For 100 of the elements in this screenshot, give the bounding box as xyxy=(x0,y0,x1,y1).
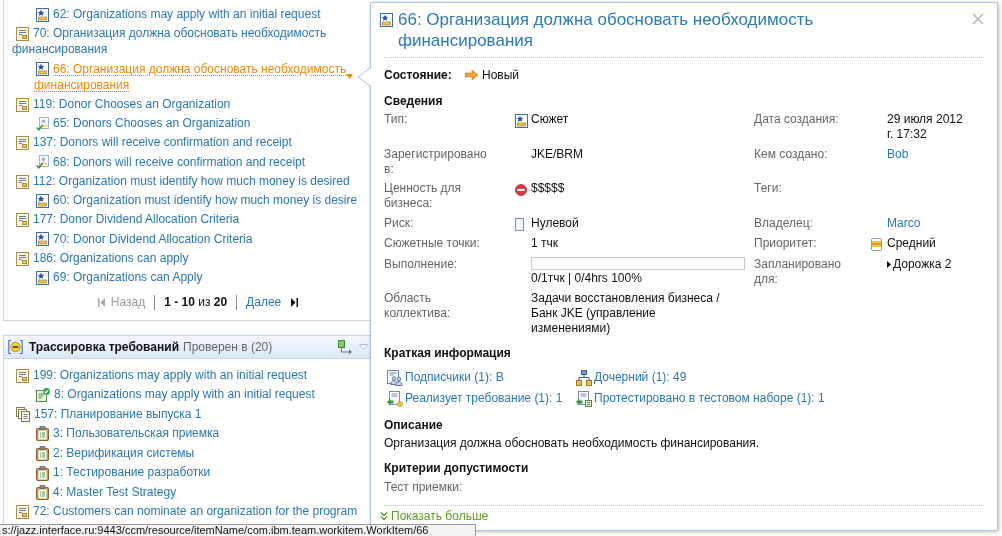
work-item-link[interactable]: 112: Organization must identify how much money is desired xyxy=(12,172,350,189)
star-card-icon xyxy=(36,62,49,77)
work-item-link[interactable]: 65: Donors Chooses an Organization xyxy=(34,115,251,131)
work-item-link[interactable]: 70: Организация должна обосновать необходимость финансирования xyxy=(12,25,370,58)
field-label: Зарегистрировано в: xyxy=(384,146,488,177)
field-label: Теги: xyxy=(754,181,783,196)
panel-title: Трассировка требований xyxy=(29,339,179,356)
work-item-link[interactable]: 8: Organizations may apply with an initial request xyxy=(34,386,315,403)
field-value: Сюжет xyxy=(531,112,570,127)
document-check-icon xyxy=(36,388,50,403)
relation-link[interactable]: Дочерний (1): 49 xyxy=(576,369,687,386)
field-label: Дата создания: xyxy=(754,112,840,127)
minus-circle-icon xyxy=(515,183,527,196)
work-item-link[interactable]: 177: Donor Dividend Allocation Criteria xyxy=(12,211,240,228)
work-item-link[interactable]: 72: Customers can nominate an organization for the program xyxy=(12,503,358,520)
last-page-icon xyxy=(291,297,299,307)
star-card-check-icon xyxy=(36,155,49,170)
clipboard-icon xyxy=(36,446,49,461)
star-card-icon xyxy=(36,193,49,208)
clipboard-icon xyxy=(36,485,49,501)
section-heading: Краткая информация xyxy=(384,345,512,361)
user-link[interactable]: Marco xyxy=(887,215,921,231)
document-icon xyxy=(16,368,29,383)
hierarchy-icon xyxy=(576,369,592,386)
document-icon xyxy=(16,136,29,151)
star-card-icon xyxy=(36,7,49,22)
star-card-icon xyxy=(380,13,393,27)
work-item-link[interactable]: 62: Organizations may apply with an initial request xyxy=(34,6,321,22)
rectangle-icon xyxy=(515,217,524,231)
bar-tile-icon xyxy=(871,238,882,252)
star-card-icon xyxy=(36,232,49,247)
document-stack-icon xyxy=(16,406,30,422)
document-icon xyxy=(16,174,29,189)
document-people-icon xyxy=(387,369,403,386)
field-value: JKE/BRM xyxy=(531,146,584,162)
field-label: Ценность для бизнеса: xyxy=(384,181,463,211)
document-icon xyxy=(16,505,29,520)
work-item-link[interactable]: 68: Donors will receive confirmation and receipt xyxy=(34,153,306,170)
work-item-link[interactable]: 70: Donor Dividend Allocation Criteria xyxy=(34,230,253,247)
work-item-link[interactable]: 137: Donors will receive confirmation and receipt xyxy=(12,134,292,151)
field-value: Задачи восстановления бизнеса / Банк JKE (управление изменениями) xyxy=(531,291,721,336)
show-more-link[interactable]: Показать больше xyxy=(380,508,489,524)
work-item-link[interactable]: 3: Пользовательская приемка xyxy=(34,425,220,442)
double-chevron-down-icon xyxy=(380,512,388,520)
document-icon xyxy=(16,213,29,228)
field-value: $$$$$ xyxy=(531,181,566,196)
work-item-link[interactable]: 119: Donor Chooses an Organization xyxy=(12,95,231,112)
star-card-check-icon xyxy=(36,116,49,131)
work-item-link[interactable]: 60: Organization must identify how much money is desire xyxy=(34,192,358,208)
description-text: Организация должна обосновать необходимость финансирования. xyxy=(384,435,761,451)
field-label: Тип: xyxy=(384,112,409,127)
state-value: Новый xyxy=(482,67,520,83)
work-item-link[interactable]: 157: Планирование выпуска 1 xyxy=(12,405,202,422)
document-icon xyxy=(16,251,29,266)
work-item-link[interactable]: 2: Верификация системы xyxy=(34,444,195,461)
relation-link[interactable]: Реализует требование (1): 1 xyxy=(387,390,563,407)
page-range: 1 - 10 из 20 xyxy=(164,294,228,310)
document-icon xyxy=(16,97,29,112)
work-item-link[interactable]: 66: Организация должна обосновать необходимость финансирования xyxy=(34,60,370,93)
section-heading: Критерии допустимости xyxy=(384,460,530,476)
status-url: s://jazz.interface.ru:9443/ccm/resource/itemName/com.ibm.team.workitem.WorkItem/66 xyxy=(0,524,476,536)
progress-reading: 0/1тчк | 0/4hrs 100% xyxy=(531,270,643,286)
next-page-link[interactable]: Далее xyxy=(246,294,299,310)
field-value: 1 тчк xyxy=(531,236,559,251)
card-title: 66: Организация должна обосновать необходимость финансирования xyxy=(398,9,815,51)
caret-icon xyxy=(346,73,353,79)
field-label: Риск: xyxy=(384,215,415,231)
work-item-link[interactable]: 69: Organizations can Apply xyxy=(34,269,203,285)
panel-subtitle: Проверен в (20) xyxy=(183,339,273,356)
field-label: Запланировано для: xyxy=(754,256,842,287)
section-heading: Описание xyxy=(384,417,444,433)
field-label: Приоритет: xyxy=(754,236,818,251)
clipboard-icon xyxy=(36,465,49,481)
work-item-link[interactable]: 199: Organizations may apply with an initial request xyxy=(12,367,308,383)
triangle-icon xyxy=(887,260,891,268)
state-label: Состояние: xyxy=(384,67,453,83)
field-value: Средний xyxy=(887,236,937,251)
work-item-link[interactable]: 1: Тестирование разработки xyxy=(34,464,211,481)
arrow-right-icon xyxy=(465,70,478,80)
field-value: Нулевой xyxy=(531,215,580,231)
field-value: 29 июля 2012 г. 17:32 xyxy=(887,112,964,142)
field-label: Область коллектива: xyxy=(384,291,452,321)
relation-link[interactable]: Протестировано в тестовом наборе (1): 1 xyxy=(576,390,825,407)
work-item-link[interactable]: 4: Master Test Strategy xyxy=(34,483,177,501)
relation-link[interactable]: Подписчики (1): B xyxy=(387,369,504,386)
star-card-icon xyxy=(36,270,49,285)
field-label: Сюжетные точки: xyxy=(384,236,481,251)
field-label: Кем создано: xyxy=(754,146,829,162)
work-item-link[interactable]: 186: Organizations can apply xyxy=(12,249,189,266)
first-page-icon xyxy=(97,297,105,307)
section-heading: Сведения xyxy=(384,93,444,109)
user-link[interactable]: Bob xyxy=(887,146,909,162)
star-card-icon xyxy=(515,113,528,128)
field-label: Выполнение: xyxy=(384,256,459,272)
field-label: Владелец: xyxy=(754,215,814,231)
minus-circle-icon[interactable] xyxy=(8,340,23,354)
box-arrow-icon[interactable] xyxy=(338,340,353,354)
iteration-value: Дорожка 2 xyxy=(887,256,952,272)
document-icon xyxy=(16,27,29,42)
clipboard-icon xyxy=(36,426,49,442)
